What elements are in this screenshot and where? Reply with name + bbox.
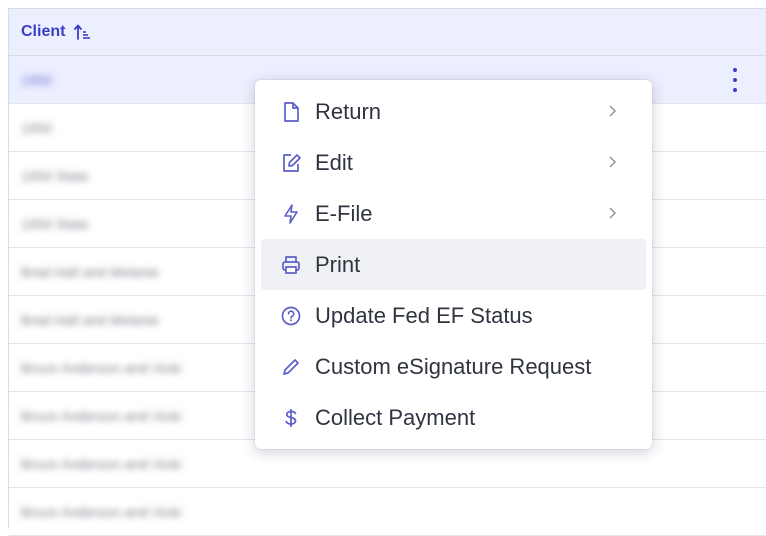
- menu-item-e-file[interactable]: E-File: [261, 188, 646, 239]
- menu-item-edit[interactable]: Edit: [261, 137, 646, 188]
- client-name: 1950 State: [21, 167, 89, 184]
- menu-item-update-fed-ef-status[interactable]: Update Fed EF Status: [261, 290, 646, 341]
- sort-ascending-icon[interactable]: [74, 23, 92, 41]
- chevron-right-icon: [609, 156, 616, 168]
- menu-item-label: E-File: [315, 200, 373, 226]
- menu-item-label: Edit: [315, 149, 353, 175]
- client-name: Brad Hall and Melanie: [21, 311, 159, 328]
- client-name: Bruce Anderson and Vicki: [21, 359, 182, 376]
- table-header: Client: [9, 9, 766, 56]
- menu-item-label: Print: [315, 251, 361, 277]
- lightning-icon: [279, 202, 303, 226]
- document-icon: [279, 100, 303, 124]
- column-header-client[interactable]: Client: [21, 23, 65, 41]
- chevron-right-icon: [609, 207, 616, 219]
- menu-item-custom-esignature-request[interactable]: Custom eSignature Request: [261, 341, 646, 392]
- client-name: 1950: [21, 71, 53, 88]
- more-actions-icon[interactable]: [731, 68, 739, 92]
- client-name: Bruce Anderson and Vicki: [21, 455, 182, 472]
- row-context-menu: Return Edit E-File Print Update Fed EF S…: [255, 80, 652, 449]
- dollar-icon: [279, 406, 303, 430]
- client-name: Bruce Anderson and Vicki: [21, 503, 182, 520]
- menu-item-label: Collect Payment: [315, 404, 476, 430]
- table-row[interactable]: Bruce Anderson and Vicki: [9, 488, 766, 536]
- menu-item-print[interactable]: Print: [261, 239, 646, 290]
- client-name: Bruce Anderson and Vicki: [21, 407, 182, 424]
- printer-icon: [279, 253, 303, 277]
- client-name: 1950 State: [21, 215, 89, 232]
- menu-item-return[interactable]: Return: [261, 86, 646, 137]
- chevron-right-icon: [609, 105, 616, 117]
- menu-item-label: Update Fed EF Status: [315, 302, 533, 328]
- pen-icon: [279, 355, 303, 379]
- question-circle-icon: [279, 304, 303, 328]
- client-name: Brad Hall and Melanie: [21, 263, 159, 280]
- menu-item-label: Custom eSignature Request: [315, 353, 592, 379]
- menu-item-collect-payment[interactable]: Collect Payment: [261, 392, 646, 443]
- edit-icon: [279, 151, 303, 175]
- menu-item-label: Return: [315, 98, 382, 124]
- client-name: 1950: [21, 119, 53, 136]
